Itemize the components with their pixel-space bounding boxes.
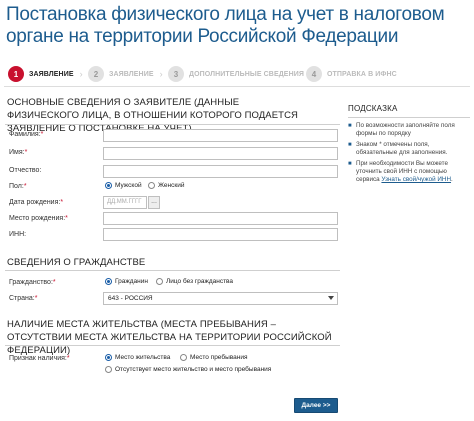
step-label: ДОПОЛНИТЕЛЬНЫЕ СВЕДЕНИЯ	[189, 70, 304, 78]
residence-radio[interactable]: Место жительства	[105, 354, 170, 361]
sex-female-radio[interactable]: Женский	[148, 182, 184, 189]
step-3[interactable]: 3 ДОПОЛНИТЕЛЬНЫЕ СВЕДЕНИЯ ›	[168, 64, 313, 84]
step-number: 2	[88, 66, 104, 82]
country-select-value: 643 - РОССИЯ	[108, 295, 153, 302]
chevron-right-icon: ›	[79, 69, 83, 79]
step-2[interactable]: 2 ЗАЯВЛЕНИЕ ›	[88, 64, 163, 84]
radio-label: Женский	[158, 182, 185, 189]
page-title: Постановка физического лица на учет в на…	[6, 4, 445, 47]
bullet-icon: ■	[348, 161, 352, 167]
citizenship-label: Гражданство:*	[9, 279, 56, 286]
hint-item: ■ При необходимости Вы можете уточнить с…	[348, 160, 453, 183]
birth-date-field[interactable]: ДД.ММ.ГГГГ	[103, 196, 147, 209]
step-label: ЗАЯВЛЕНИЕ	[109, 70, 154, 78]
next-button[interactable]: Далее >>	[294, 398, 338, 413]
radio-label: Отсутствует место жительство и место пре…	[115, 366, 272, 373]
wizard-steps: 1 ЗАЯВЛЕНИЕ › 2 ЗАЯВЛЕНИЕ › 3 ДОПОЛНИТЕЛ…	[4, 64, 470, 84]
radio-checked-icon	[105, 182, 112, 189]
hint-item: ■ Знаком * отмечены поля, обязательные д…	[348, 141, 448, 156]
patronymic-field[interactable]	[103, 165, 338, 178]
sex-label: Пол:*	[9, 183, 27, 190]
name-field[interactable]	[103, 147, 338, 160]
radio-label: Место пребывания	[190, 354, 248, 361]
radio-icon	[148, 182, 155, 189]
divider	[4, 86, 470, 87]
chevron-right-icon: ›	[159, 69, 163, 79]
step-number: 1	[8, 66, 24, 82]
hint-title: ПОДСКАЗКА	[348, 104, 398, 113]
patronymic-label: Отчество:	[9, 167, 42, 174]
section-heading-residence: НАЛИЧИЕ МЕСТА ЖИТЕЛЬСТВА (МЕСТА ПРЕБЫВАН…	[7, 319, 332, 356]
divider	[5, 270, 340, 271]
radio-checked-icon	[105, 354, 112, 361]
radio-icon	[156, 278, 163, 285]
calendar-button[interactable]: ...	[148, 196, 160, 209]
residence-sign-label: Признак наличия:*	[9, 355, 70, 362]
birth-date-label: Дата рождения:*	[9, 199, 64, 206]
radio-label: Лицо без гражданства	[166, 278, 234, 285]
chevron-down-icon	[328, 296, 334, 300]
inn-label: ИНН:	[9, 231, 27, 238]
country-label: Страна:*	[9, 295, 38, 302]
step-label: ЗАЯВЛЕНИЕ	[29, 70, 74, 78]
bullet-icon: ■	[348, 123, 352, 129]
birth-place-label: Место рождения:*	[9, 215, 68, 222]
radio-label: Место жительства	[115, 354, 171, 361]
birth-place-field[interactable]	[103, 212, 338, 225]
step-number: 3	[168, 66, 184, 82]
radio-label: Гражданин	[115, 278, 148, 285]
radio-icon	[180, 354, 187, 361]
sex-male-radio[interactable]: Мужской	[105, 182, 142, 189]
step-4[interactable]: 4 ОТПРАВКА В ИФНС	[306, 64, 397, 84]
step-1[interactable]: 1 ЗАЯВЛЕНИЕ ›	[8, 64, 83, 84]
name-label: Имя:*	[9, 149, 28, 156]
step-number: 4	[306, 66, 322, 82]
divider	[5, 124, 340, 125]
hint-item: ■ По возможности заполняйте поля формы п…	[348, 122, 455, 137]
no-residence-radio[interactable]: Отсутствует место жительство и место пре…	[105, 366, 271, 373]
citizen-radio[interactable]: Гражданин	[105, 278, 148, 285]
radio-label: Мужской	[115, 182, 142, 189]
find-inn-link[interactable]: Узнать свой/чужой ИНН	[381, 176, 451, 183]
radio-checked-icon	[105, 278, 112, 285]
country-select[interactable]: 643 - РОССИЯ	[103, 292, 338, 305]
stay-radio[interactable]: Место пребывания	[180, 354, 247, 361]
radio-icon	[105, 366, 112, 373]
section-heading-citizenship: СВЕДЕНИЯ О ГРАЖДАНСТВЕ	[7, 257, 146, 268]
step-label: ОТПРАВКА В ИФНС	[327, 70, 397, 78]
divider	[5, 345, 340, 346]
inn-field[interactable]	[103, 228, 338, 241]
hint-panel: ПОДСКАЗКА ■ По возможности заполняйте по…	[348, 104, 470, 187]
stateless-radio[interactable]: Лицо без гражданства	[156, 278, 233, 285]
surname-field[interactable]	[103, 129, 338, 142]
surname-label: Фамилия:*	[9, 131, 44, 138]
bullet-icon: ■	[348, 142, 352, 148]
divider	[348, 117, 470, 118]
